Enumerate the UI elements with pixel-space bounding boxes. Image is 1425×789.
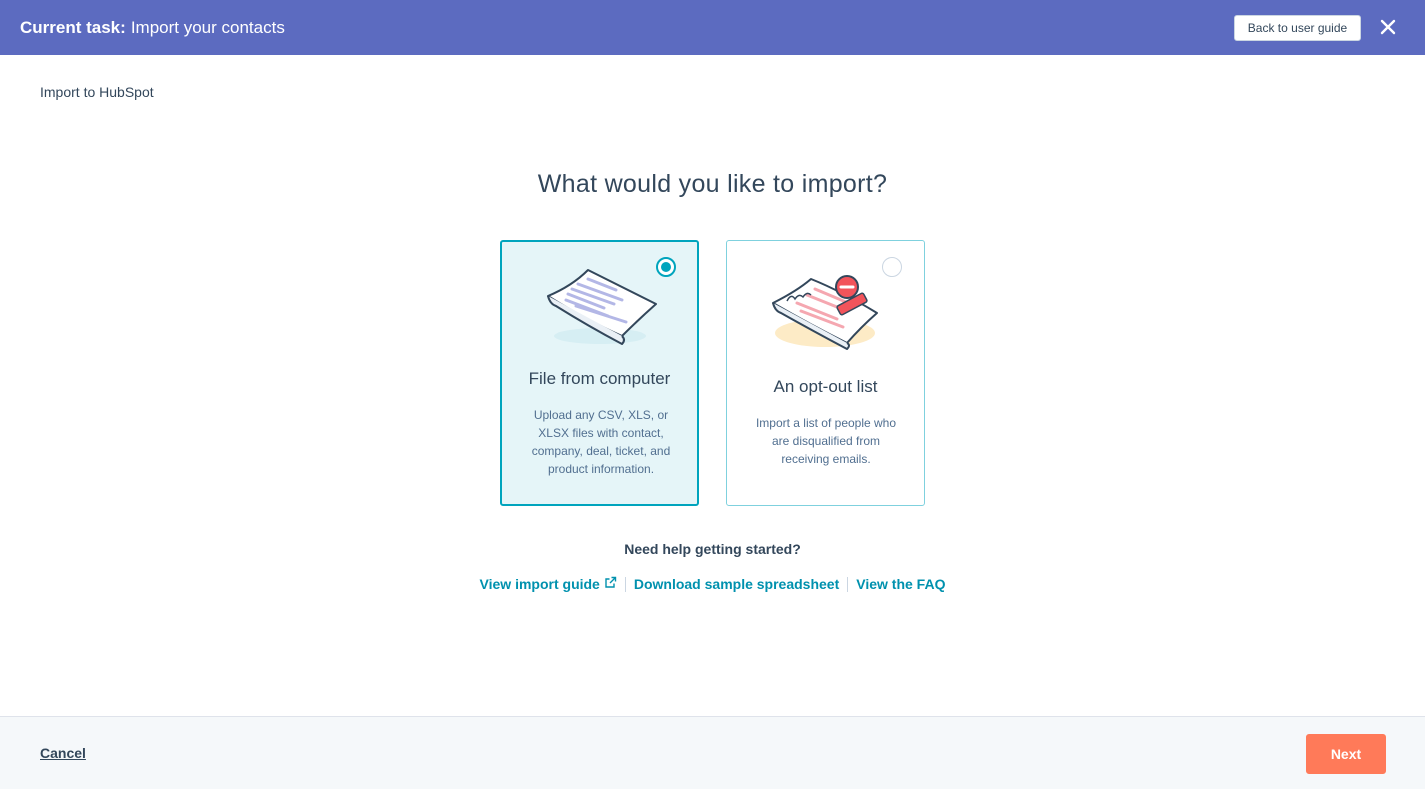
option-opt-out-list[interactable]: An opt-out list Import a list of people … — [726, 240, 925, 506]
footer-bar: Cancel Next — [0, 716, 1425, 789]
page-title: What would you like to import? — [537, 170, 888, 198]
view-import-guide-label: View import guide — [479, 576, 600, 592]
back-to-user-guide-button[interactable]: Back to user guide — [1234, 15, 1361, 41]
option-file-title: File from computer — [528, 369, 671, 388]
close-icon[interactable] — [1377, 16, 1399, 38]
option-file-from-computer[interactable]: File from computer Upload any CSV, XLS, … — [500, 240, 699, 506]
link-divider — [847, 576, 849, 592]
view-faq-link[interactable]: View the FAQ — [856, 576, 945, 592]
opt-out-document-icon — [767, 263, 887, 358]
current-task-prefix: Current task: — [20, 17, 126, 37]
next-button[interactable]: Next — [1306, 734, 1386, 774]
cancel-button[interactable]: Cancel — [40, 745, 86, 761]
link-divider — [624, 576, 626, 592]
help-links: View import guide Download sample spread… — [0, 576, 1425, 592]
external-link-icon — [604, 576, 617, 592]
current-task: Current task: Import your contacts — [20, 18, 285, 38]
view-import-guide-link[interactable]: View import guide — [480, 576, 617, 592]
option-opt-out-description: Import a list of people who are disquali… — [755, 416, 897, 466]
help-heading: Need help getting started? — [624, 541, 801, 557]
option-file-description: Upload any CSV, XLS, or XLSX files with … — [531, 408, 671, 476]
download-sample-spreadsheet-link[interactable]: Download sample spreadsheet — [634, 576, 839, 592]
breadcrumb: Import to HubSpot — [40, 84, 154, 100]
task-bar: Current task: Import your contacts Back t… — [0, 0, 1425, 55]
option-opt-out-title: An opt-out list — [773, 377, 878, 396]
spreadsheet-file-icon — [542, 264, 662, 359]
current-task-title: Import your contacts — [130, 17, 285, 37]
